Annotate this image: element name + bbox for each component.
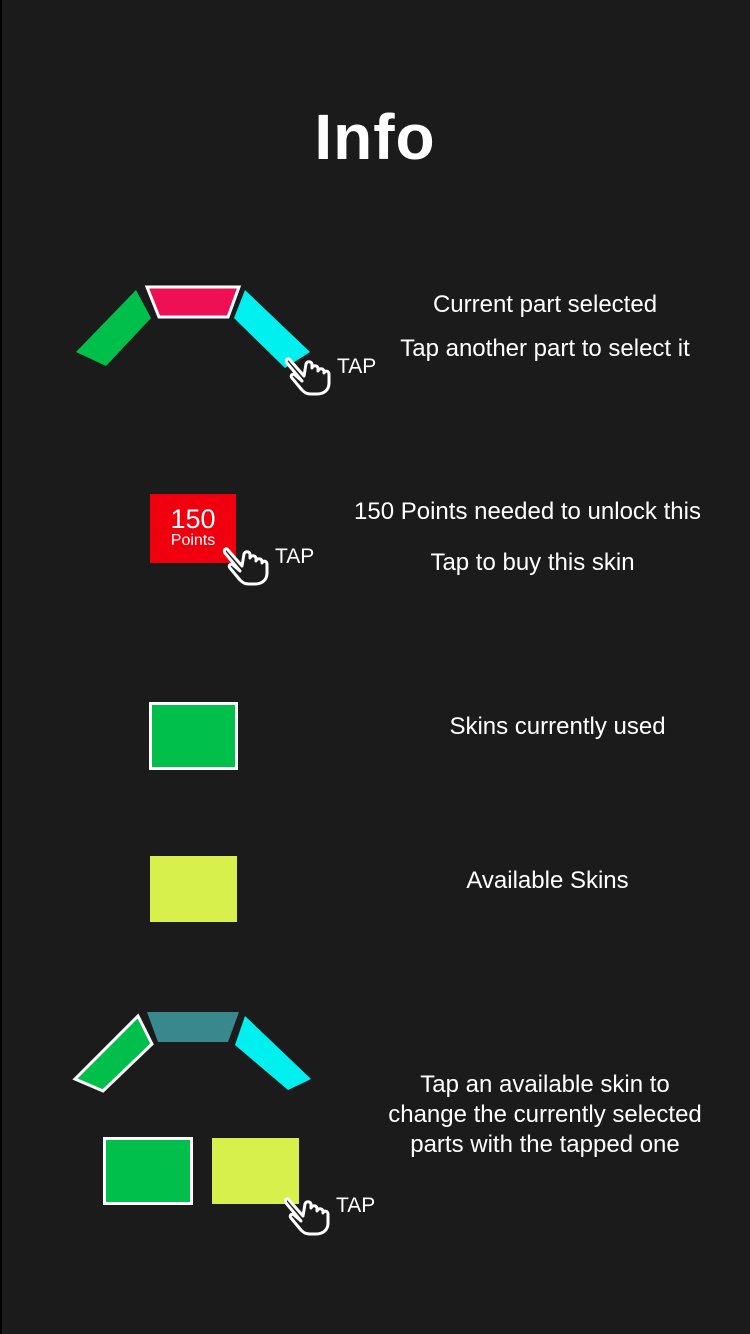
- caption-change-line-1: Tap an available skin to: [420, 1071, 670, 1098]
- tap-label: TAP: [336, 1194, 376, 1217]
- left-part-outlined[interactable]: [72, 1013, 154, 1093]
- hand-pointer-icon: [283, 1197, 330, 1236]
- caption-change-line-3: parts with the tapped one: [410, 1131, 680, 1158]
- center-part-teal[interactable]: [147, 1012, 239, 1042]
- caption-change-line-2: change the currently selected: [388, 1101, 702, 1128]
- used-skin-swatch[interactable]: [103, 1137, 193, 1205]
- right-part[interactable]: [235, 1016, 311, 1090]
